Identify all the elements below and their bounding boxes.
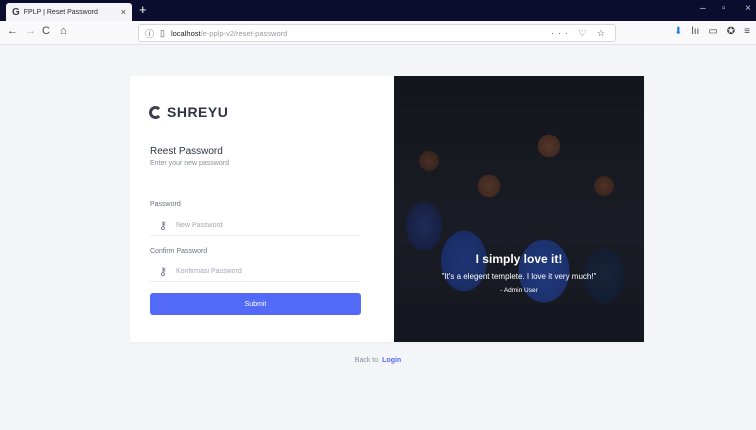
sidebar-icon[interactable]: ▭ (708, 26, 717, 37)
confirm-password-label: Confirm Password (150, 248, 208, 255)
login-link[interactable]: Login (382, 357, 401, 364)
brand-logo-icon (149, 105, 162, 119)
home-icon[interactable]: ⌂ (60, 25, 67, 37)
confirm-password-input[interactable] (176, 262, 360, 281)
url-host: localhost (170, 28, 201, 38)
document-icon: ▯ (160, 27, 165, 38)
menu-icon[interactable]: ≡ (744, 26, 750, 37)
new-tab-icon[interactable]: + (139, 3, 147, 17)
confirm-password-field: ⚷ (150, 262, 360, 282)
account-icon[interactable]: ✪ (727, 26, 735, 37)
reload-icon[interactable]: C (42, 25, 50, 37)
tab-close-icon[interactable]: × (121, 7, 126, 17)
brand-logo[interactable]: SHREYU (149, 104, 228, 120)
download-icon[interactable]: ⬇ (674, 26, 682, 37)
minimize-icon[interactable]: – (700, 3, 706, 14)
back-icon[interactable]: ← (7, 25, 18, 37)
password-label: Password (150, 201, 181, 208)
form-title: Reest Password (150, 146, 223, 157)
page-actions-icon[interactable]: ··· ♡ ☆ (551, 28, 609, 39)
tab-bar: G FPLP | Reset Password × + – ▫ × (0, 0, 756, 21)
browser-tab[interactable]: G FPLP | Reset Password × (6, 3, 132, 21)
tab-title: FPLP | Reset Password (23, 8, 98, 16)
password-field: ⚷ (150, 216, 360, 236)
forward-icon[interactable]: → (25, 25, 36, 37)
new-password-input[interactable] (176, 216, 360, 235)
page-info-icon[interactable]: ⓘ (145, 27, 154, 40)
form-pane: SHREYU Reest Password Enter your new pas… (130, 76, 394, 342)
key-icon: ⚷ (158, 220, 168, 232)
back-to-login: Back to Login (0, 357, 756, 364)
site-favicon-icon: G (12, 6, 20, 18)
testimonial-title: I simply love it! (475, 252, 563, 266)
testimonial-author: - Admin User (500, 287, 538, 294)
submit-button[interactable]: Submit (150, 293, 361, 315)
toolbar-icons: ⬇ lıı ▭ ✪ ≡ (674, 26, 750, 37)
key-icon: ⚷ (158, 266, 168, 278)
url-path: /e-pplp-v2/reset-password (200, 28, 288, 38)
library-icon[interactable]: lıı (692, 26, 700, 37)
form-subtitle: Enter your new password (150, 160, 229, 167)
address-bar[interactable]: ⓘ ▯ localhost /e-pplp-v2/reset-password … (138, 24, 616, 42)
window-close-icon[interactable]: × (745, 3, 751, 14)
reset-password-card: SHREYU Reest Password Enter your new pas… (130, 76, 644, 342)
testimonial-image: I simply love it! "It's a elegent temple… (394, 76, 644, 342)
testimonial-quote: "It's a elegent templete. I love it very… (441, 272, 597, 281)
navigation-bar: ← → C ⌂ ⓘ ▯ localhost /e-pplp-v2/reset-p… (0, 21, 756, 45)
back-to-text: Back to (354, 357, 379, 364)
brand-name: SHREYU (167, 104, 229, 120)
maximize-icon[interactable]: ▫ (722, 3, 726, 14)
